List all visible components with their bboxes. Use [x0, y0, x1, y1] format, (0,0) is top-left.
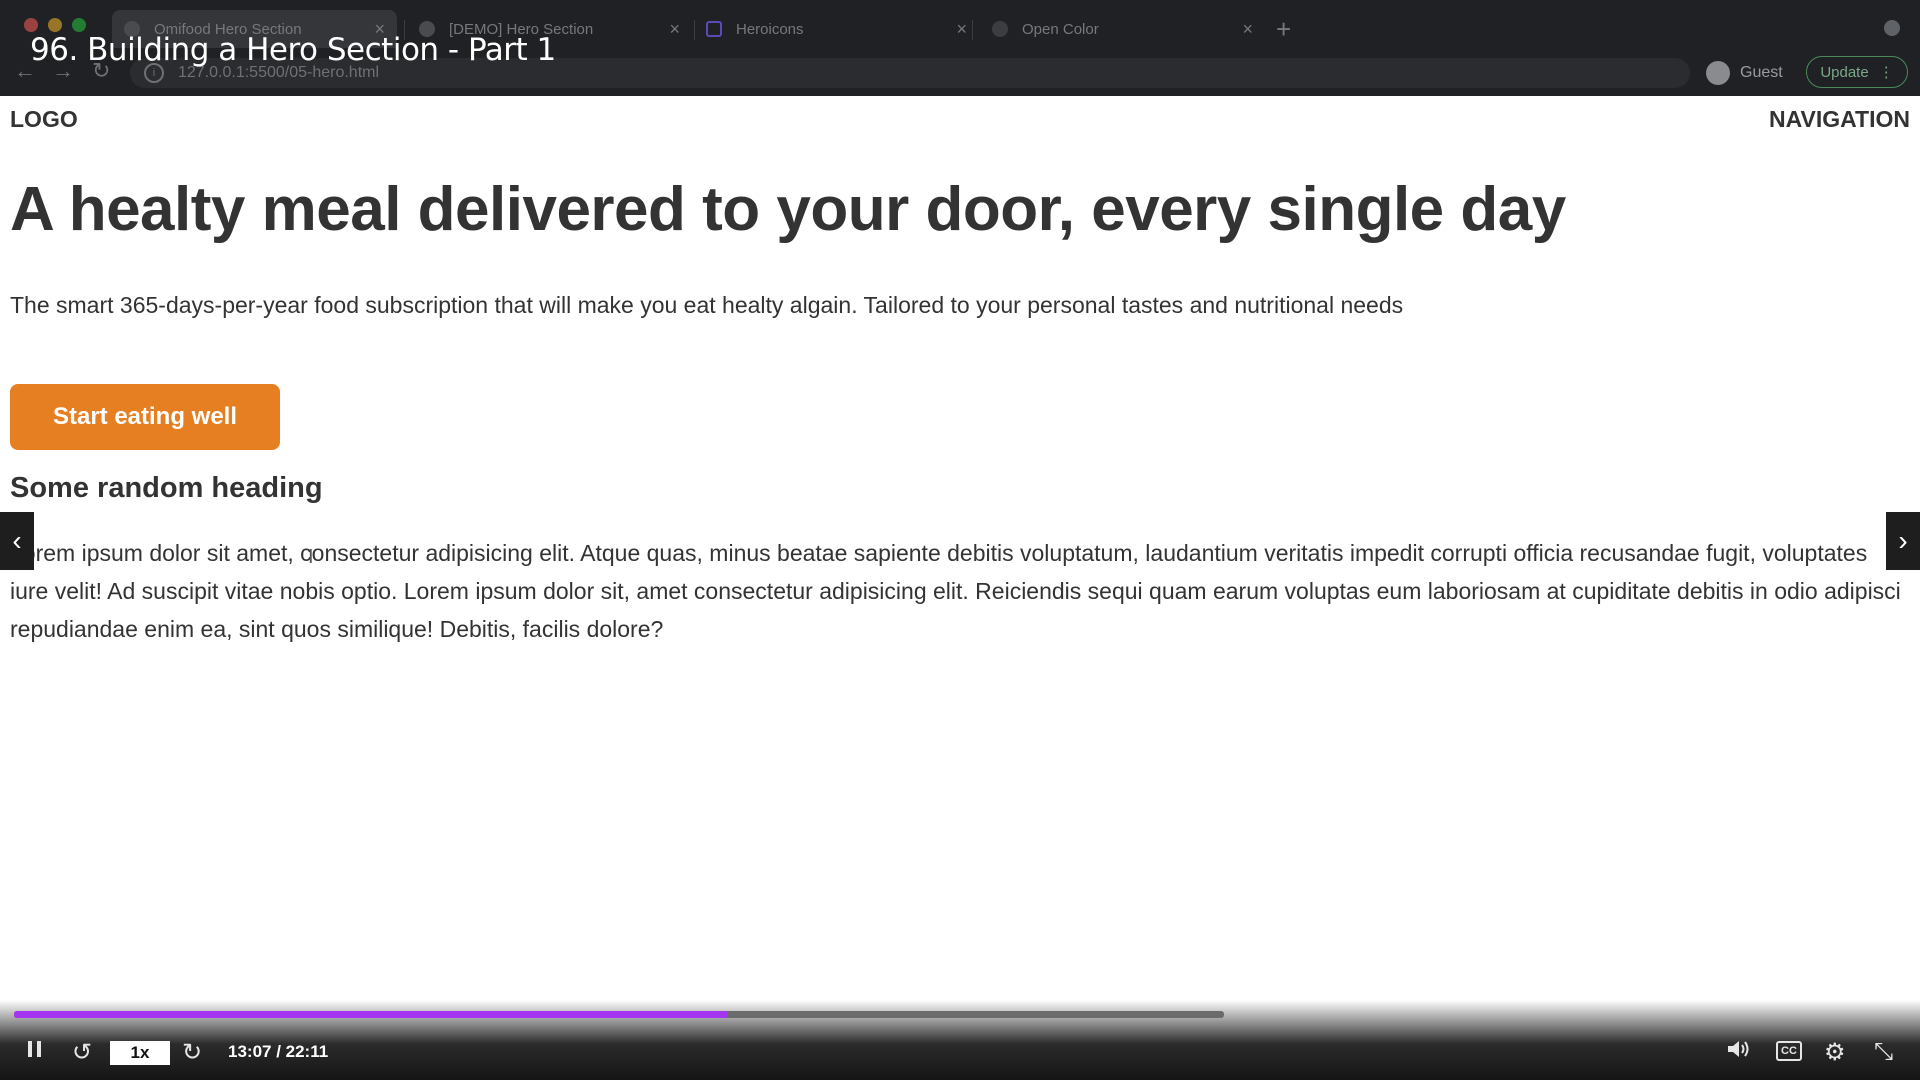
close-window-button[interactable]	[24, 18, 38, 32]
tab-heroicons[interactable]: Heroicons ×	[694, 10, 979, 48]
start-eating-well-button[interactable]: Start eating well	[10, 384, 280, 450]
cta-label: Start eating well	[52, 403, 238, 430]
section-heading: Some random heading	[10, 472, 323, 504]
body-paragraph: Lorem ipsum dolor sit amet, consectetur …	[10, 540, 1901, 642]
rewind-icon[interactable]: ↺	[72, 1038, 92, 1067]
shield-icon	[706, 21, 722, 37]
navigation[interactable]: NAVIGATION	[1769, 106, 1910, 133]
tab-title: Open Color	[1022, 20, 1099, 38]
minimize-window-button[interactable]	[48, 18, 62, 32]
chevron-left-icon[interactable]: ‹	[0, 512, 34, 570]
close-tab-icon[interactable]: ×	[956, 19, 967, 40]
open-color-icon	[992, 21, 1008, 37]
gear-icon[interactable]: ⚙	[1824, 1038, 1846, 1067]
page-viewport: LOGO NAVIGATION A healty meal delivered …	[0, 96, 1920, 1000]
close-tab-icon[interactable]: ×	[669, 19, 680, 40]
hero-description: The smart 365-days-per-year food subscri…	[10, 292, 1404, 318]
profile-label: Guest	[1740, 64, 1783, 81]
tab-search-icon[interactable]	[1884, 20, 1900, 36]
captions-icon[interactable]: CC	[1776, 1041, 1802, 1061]
playback-speed-button[interactable]: 1x	[110, 1041, 170, 1065]
tab-divider	[972, 20, 973, 40]
pause-icon[interactable]	[24, 1038, 46, 1067]
exit-fullscreen-icon[interactable]: ⤡	[1874, 1038, 1893, 1066]
profile-button[interactable]: Guest	[1706, 58, 1783, 88]
video-title: 96. Building a Hero Section - Part 1	[30, 32, 556, 68]
logo[interactable]: LOGO	[10, 106, 78, 133]
update-label: Update	[1820, 63, 1869, 81]
tab-open-color[interactable]: Open Color ×	[980, 10, 1265, 48]
tab-title: Heroicons	[736, 20, 804, 38]
progress-bar[interactable]	[14, 1011, 1224, 1018]
forward-icon[interactable]: ↻	[182, 1038, 202, 1067]
maximize-window-button[interactable]	[72, 18, 86, 32]
text-cursor-icon: I	[308, 546, 314, 568]
avatar-icon	[1706, 61, 1730, 85]
more-vert-icon: ⋮	[1878, 64, 1894, 81]
volume-icon[interactable]	[1726, 1038, 1752, 1067]
close-tab-icon[interactable]: ×	[1242, 19, 1253, 40]
progress-fill	[14, 1011, 728, 1018]
chevron-right-icon[interactable]: ›	[1886, 512, 1920, 570]
new-tab-button[interactable]: +	[1276, 14, 1291, 45]
update-button[interactable]: Update ⋮	[1806, 56, 1908, 88]
hero-heading: A healty meal delivered to your door, ev…	[10, 175, 1566, 244]
playback-time: 13:07 / 22:11	[228, 1042, 329, 1061]
